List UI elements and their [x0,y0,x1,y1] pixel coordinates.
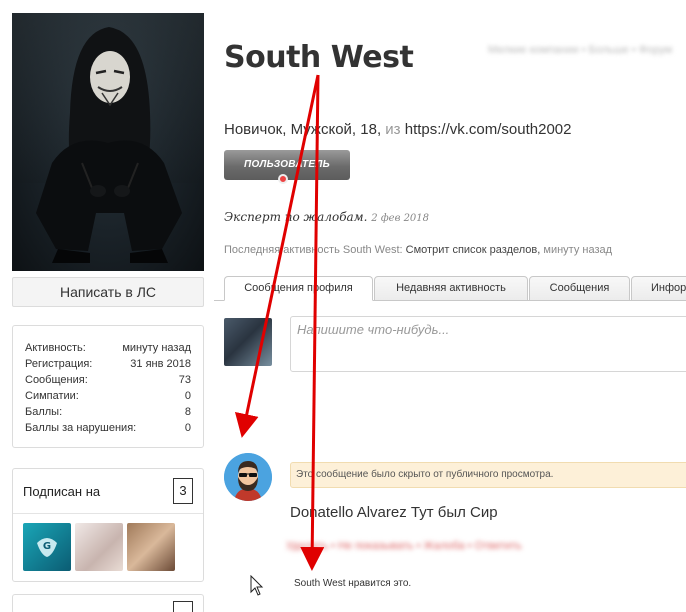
stat-row-points: Баллы: 8 [25,406,191,418]
breadcrumb[interactable]: Мелкие компании • Больше • Форум [488,44,672,56]
page-title: South West [224,40,414,75]
profile-tabs: Сообщения профиля Недавняя активность Со… [214,276,686,301]
poster-avatar[interactable] [224,453,272,501]
tab-info[interactable]: Инфор [631,276,686,301]
last-activity: Последняя активность South West: Смотрит… [224,244,613,256]
hidden-message-notice: Это сообщение было скрыто от публичного … [290,462,686,488]
tab-profile-posts[interactable]: Сообщения профиля [224,276,373,301]
user-group-badge: ПОЛЬЗОВАТЕЛЬ [224,150,350,184]
location-link[interactable]: https://vk.com/south2002 [405,121,572,138]
box-counter [173,601,193,612]
stat-row-likes: Симпатии: 0 [25,390,191,402]
following-avatar[interactable]: G [23,523,71,571]
current-user-avatar[interactable] [224,318,272,366]
stats-box: Активность: минуту назад Регистрация: 31 я… [12,325,204,448]
following-avatar[interactable] [127,523,175,571]
badge-dot-icon [278,174,288,184]
likes-summary[interactable]: South West нравится это. [294,578,411,589]
following-avatar[interactable] [75,523,123,571]
mouse-cursor-icon [250,575,264,596]
message-actions[interactable]: Удалить • Не показывать • Жалоба • Ответ… [286,540,522,552]
tab-messages[interactable]: Сообщения [529,276,630,301]
following-avatars: G [13,514,203,581]
svg-text:G: G [43,541,51,552]
custom-title: Эксперт по жалобам. 2 фев 2018 [224,210,430,224]
stat-row-messages: Сообщения: 73 [25,374,191,386]
send-message-button[interactable]: Написать в ЛС [12,277,204,307]
stat-row-activity: Активность: минуту назад [25,342,191,354]
stat-row-registration: Регистрация: 31 янв 2018 [25,358,191,370]
following-count[interactable]: 3 [173,478,193,504]
status-input[interactable]: Напишите что-нибудь... [290,316,686,372]
profile-sidebar: Написать в ЛС Активность: минуту назад Ре… [12,13,204,612]
profile-avatar[interactable] [12,13,204,271]
message-text: Donatello Alvarez Тут был Сир [290,504,498,521]
bearded-man-icon [224,453,272,501]
stat-row-warning-points: Баллы за нарушения: 0 [25,422,191,434]
next-sidebar-box [12,594,204,612]
avatar-hooded-figure [36,27,182,263]
tab-recent-activity[interactable]: Недавняя активность [374,276,528,301]
logo-icon: G [37,538,57,557]
user-info-line: Новичок, Мужской, 18, из https://vk.com/… [224,121,572,138]
following-title: Подписан на [23,483,101,499]
following-box: Подписан на 3 G [12,468,204,582]
following-header: Подписан на 3 [13,469,203,514]
